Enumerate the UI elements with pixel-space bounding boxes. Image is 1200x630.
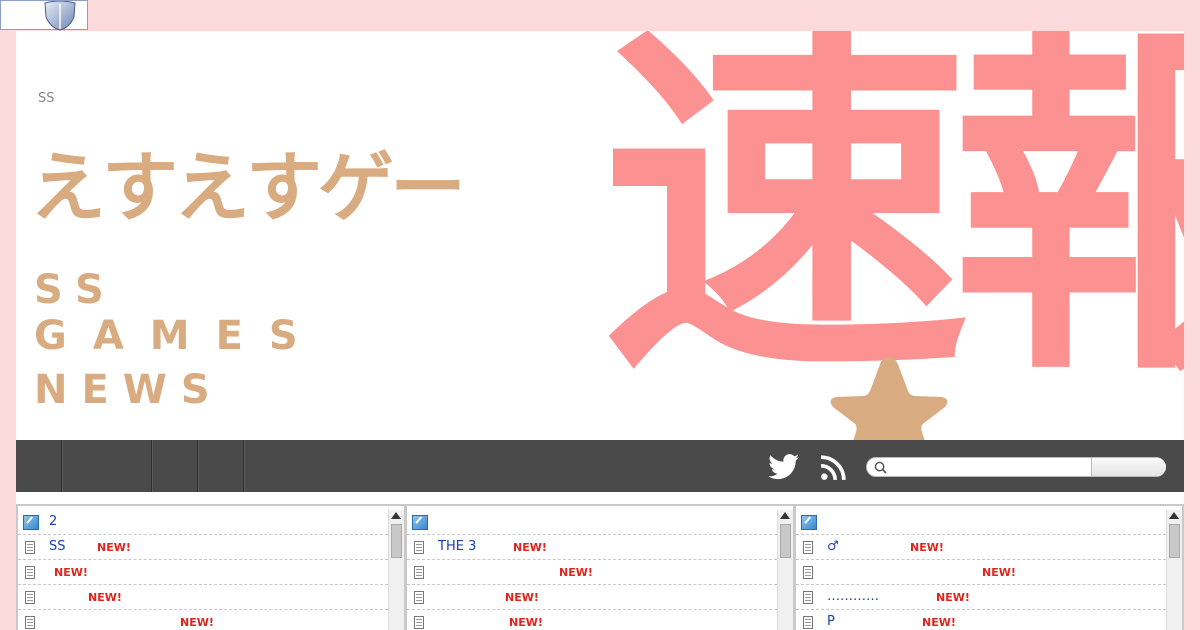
document-icon <box>25 566 35 579</box>
panel-scrollbar[interactable] <box>388 510 404 630</box>
scroll-thumb[interactable] <box>391 524 402 558</box>
new-badge: NEW! <box>982 566 1016 579</box>
new-badge: NEW! <box>559 566 593 579</box>
document-icon <box>803 591 813 604</box>
star-icon <box>830 357 948 440</box>
document-icon <box>803 616 813 629</box>
feed-list-item[interactable]: ………… NEW! <box>796 585 1166 610</box>
header-en-line-2: GAMES <box>34 313 324 359</box>
search-icon <box>874 461 887 474</box>
feed-panel-2: THE 3 NEW! NEW! NEW! NEW! <box>405 504 795 630</box>
header-small-label: SS <box>38 91 55 106</box>
document-icon <box>414 541 424 554</box>
header-en-line-3: NEWS <box>34 367 224 413</box>
feed-source-icon <box>801 515 817 530</box>
feed-list-item[interactable]: NEW! <box>407 560 777 585</box>
new-badge: NEW! <box>922 616 956 629</box>
document-icon <box>803 541 813 554</box>
site-header-banner[interactable]: SS えすえすゲー SS GAMES NEWS 速報 <box>16 31 1184 440</box>
shield-logo-icon <box>44 1 76 31</box>
scroll-thumb[interactable] <box>780 524 791 558</box>
new-badge: NEW! <box>910 541 944 554</box>
feed-panel-header[interactable] <box>407 510 777 535</box>
feed-item-link[interactable]: SS <box>49 539 66 554</box>
nav-item-2[interactable] <box>63 440 152 492</box>
feed-source-icon <box>23 515 39 530</box>
feed-list-item[interactable]: SS NEW! <box>18 535 388 560</box>
feed-list-item[interactable]: NEW! <box>18 585 388 610</box>
search-input[interactable] <box>891 459 1091 475</box>
feed-source-icon <box>412 515 428 530</box>
feed-item-link[interactable]: THE 3 <box>438 539 476 554</box>
scroll-up-arrow-icon[interactable] <box>780 512 790 519</box>
feed-item-link[interactable]: ………… <box>827 589 879 604</box>
document-icon <box>25 591 35 604</box>
feed-list-item[interactable]: NEW! <box>407 585 777 610</box>
page-container: SS えすえすゲー SS GAMES NEWS 速報 2 SS NEW! NEW… <box>16 31 1184 630</box>
search-button[interactable] <box>1091 458 1166 476</box>
feed-panel-3: ♂ NEW! NEW! ………… NEW! P NEW! <box>794 504 1184 630</box>
feed-list-item[interactable]: ♂ NEW! <box>796 535 1166 560</box>
header-kanji-title: 速報 <box>601 31 1184 421</box>
feed-panel-header[interactable]: 2 <box>18 510 388 535</box>
new-badge: NEW! <box>180 616 214 629</box>
panel-scrollbar[interactable] <box>1166 510 1182 630</box>
scroll-up-arrow-icon[interactable] <box>1169 512 1179 519</box>
twitter-bird-icon[interactable] <box>768 454 800 480</box>
feed-list-item[interactable]: NEW! <box>18 560 388 585</box>
feed-panel-1: 2 SS NEW! NEW! NEW! NEW! <box>16 504 406 630</box>
new-badge: NEW! <box>54 566 88 579</box>
feed-list-item[interactable]: NEW! <box>18 610 388 630</box>
feed-panel-header[interactable] <box>796 510 1166 535</box>
nav-item-1[interactable] <box>16 440 62 492</box>
header-en-line-1: SS <box>34 267 118 313</box>
new-badge: NEW! <box>513 541 547 554</box>
feed-list-item[interactable]: NEW! <box>796 560 1166 585</box>
feed-list-item[interactable]: NEW! <box>407 610 777 630</box>
global-nav-bar <box>16 440 1184 492</box>
panel-scrollbar[interactable] <box>777 510 793 630</box>
feed-panel-title[interactable]: 2 <box>49 514 57 529</box>
nav-item-4[interactable] <box>199 440 244 492</box>
top-corner-badge[interactable] <box>0 0 88 31</box>
header-kana-title: えすえすゲー <box>30 143 466 232</box>
document-icon <box>414 591 424 604</box>
document-icon <box>414 566 424 579</box>
scroll-thumb[interactable] <box>1169 524 1180 558</box>
feed-item-link[interactable]: P <box>827 614 835 629</box>
new-badge: NEW! <box>97 541 131 554</box>
new-badge: NEW! <box>88 591 122 604</box>
search-box <box>866 457 1166 477</box>
feed-list-item[interactable]: THE 3 NEW! <box>407 535 777 560</box>
antenna-feed-panels: 2 SS NEW! NEW! NEW! NEW! THE 3 NEW! NEW!… <box>16 504 1184 630</box>
nav-item-3[interactable] <box>153 440 198 492</box>
new-badge: NEW! <box>509 616 543 629</box>
document-icon <box>25 616 35 629</box>
document-icon <box>803 566 813 579</box>
scroll-up-arrow-icon[interactable] <box>391 512 401 519</box>
feed-item-link[interactable]: ♂ <box>827 539 839 554</box>
new-badge: NEW! <box>936 591 970 604</box>
document-icon <box>25 541 35 554</box>
document-icon <box>414 616 424 629</box>
rss-feed-icon[interactable] <box>819 455 847 481</box>
feed-list-item[interactable]: P NEW! <box>796 610 1166 630</box>
new-badge: NEW! <box>505 591 539 604</box>
